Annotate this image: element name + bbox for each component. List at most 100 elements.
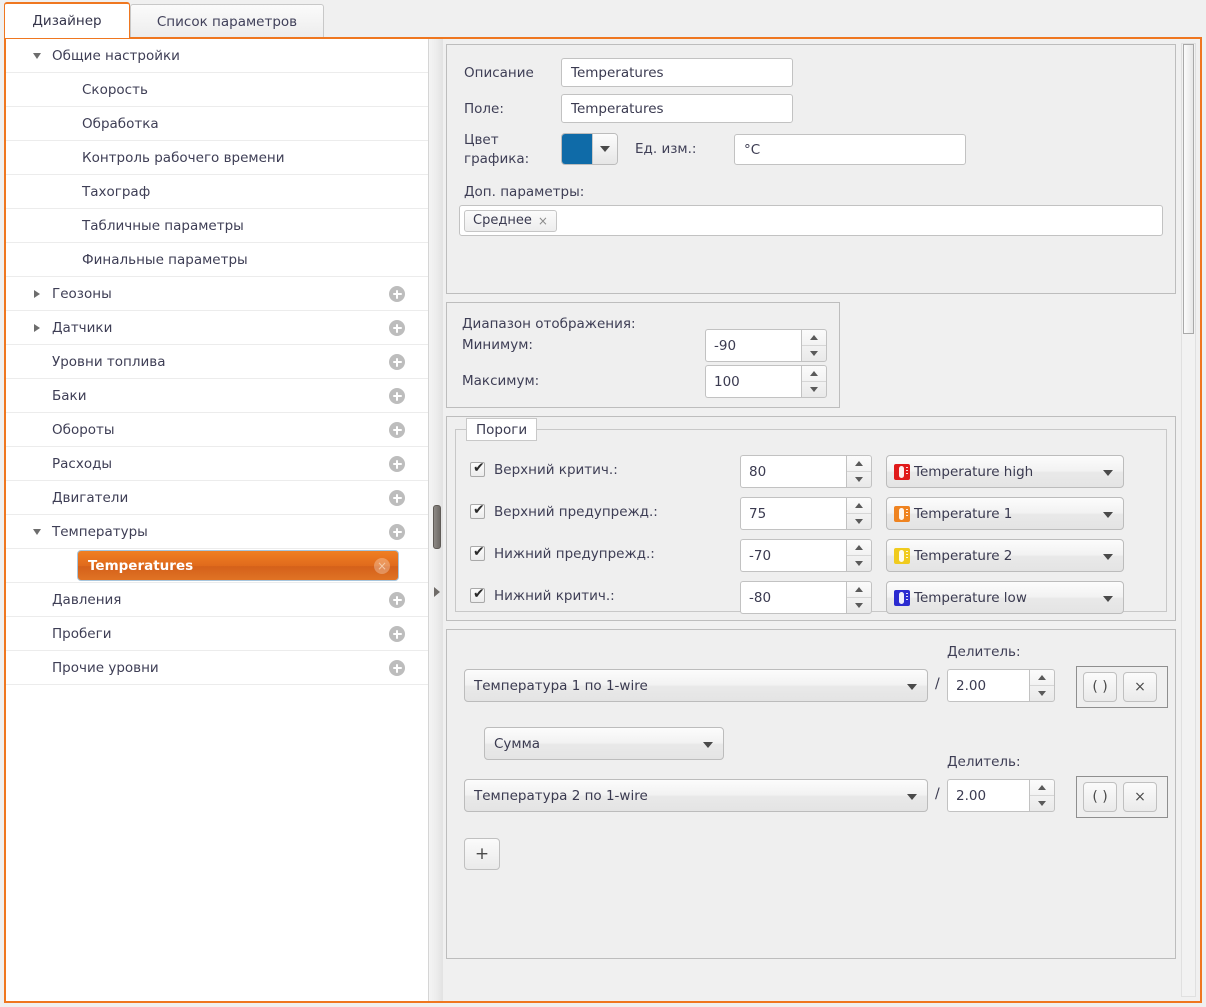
maximum-spin-up[interactable] (802, 366, 826, 382)
source-combo-2[interactable]: Температура 2 по 1-wire (464, 779, 928, 812)
remove-operand-button-1[interactable]: × (1123, 672, 1157, 702)
description-input[interactable]: Temperatures (561, 58, 793, 87)
tree-expand-icon[interactable] (30, 277, 44, 311)
add-item-icon[interactable] (389, 320, 405, 336)
threshold-spin-up-2[interactable] (847, 498, 871, 514)
tree-row[interactable]: Контроль рабочего времени (6, 141, 428, 175)
threshold-spin-down-2[interactable] (847, 514, 871, 529)
splitter-grip[interactable] (433, 505, 441, 549)
threshold-spin-up-1[interactable] (847, 456, 871, 472)
chart-color-picker[interactable] (561, 133, 618, 165)
tree-row[interactable]: Уровни топлива (6, 345, 428, 379)
threshold-value-input-4[interactable]: -80 (740, 581, 846, 614)
threshold-spin-up-4[interactable] (847, 582, 871, 598)
threshold-value-spinner-3[interactable]: -70 (740, 539, 872, 572)
tree-row[interactable]: Геозоны (6, 277, 428, 311)
add-item-icon[interactable] (389, 592, 405, 608)
add-item-icon[interactable] (389, 490, 405, 506)
threshold-spin-buttons-4[interactable] (846, 581, 872, 614)
add-operand-button[interactable]: + (464, 838, 500, 870)
remove-operand-button-2[interactable]: × (1123, 782, 1157, 812)
splitter-collapse-arrow-icon[interactable] (434, 587, 440, 597)
add-item-icon[interactable] (389, 524, 405, 540)
chip-average[interactable]: Среднее × (464, 209, 557, 232)
divider-spin-down-2[interactable] (1030, 796, 1054, 811)
threshold-checkbox-1[interactable]: ✔ (470, 461, 485, 477)
divider-input-2[interactable]: 2.00 (947, 779, 1029, 812)
maximum-spin-buttons[interactable] (801, 365, 827, 398)
threshold-preset-combo-4[interactable]: Temperature low (886, 581, 1124, 614)
parenthesis-button-2[interactable]: ( ) (1083, 782, 1117, 812)
add-item-icon[interactable] (389, 354, 405, 370)
add-item-icon[interactable] (389, 388, 405, 404)
threshold-checkbox-3[interactable]: ✔ (470, 545, 485, 561)
form-vertical-scrollbar[interactable] (1181, 43, 1196, 997)
chart-color-dropdown-arrow[interactable] (592, 134, 617, 164)
divider-spinner-1[interactable]: 2.00 (947, 669, 1055, 702)
tree-row-selected[interactable]: Temperatures × (77, 550, 399, 581)
tree-row[interactable]: Обработка (6, 107, 428, 141)
tab-parameter-list[interactable]: Список параметров (130, 4, 324, 38)
minimum-spinner[interactable]: -90 (705, 329, 827, 362)
divider-spin-buttons-2[interactable] (1029, 779, 1055, 812)
tab-designer[interactable]: Дизайнер (4, 2, 130, 38)
tree-collapse-icon[interactable] (30, 515, 44, 549)
add-item-icon[interactable] (389, 660, 405, 676)
tree-row[interactable]: Пробеги (6, 617, 428, 651)
minimum-spin-down[interactable] (802, 346, 826, 361)
parameter-tree[interactable]: Общие настройки Скорость Обработка Контроль… (6, 39, 428, 1001)
tree-row[interactable]: Температуры (6, 515, 428, 549)
chip-average-remove-icon[interactable]: × (538, 214, 548, 228)
tree-row[interactable]: Обороты (6, 413, 428, 447)
tree-row[interactable]: Датчики (6, 311, 428, 345)
threshold-value-spinner-4[interactable]: -80 (740, 581, 872, 614)
tree-row[interactable]: Давления (6, 583, 428, 617)
threshold-spin-down-4[interactable] (847, 598, 871, 613)
extra-params-field[interactable]: Среднее × (459, 205, 1163, 236)
divider-input-1[interactable]: 2.00 (947, 669, 1029, 702)
tree-row[interactable]: Temperatures × (6, 549, 428, 583)
tree-row[interactable]: Двигатели (6, 481, 428, 515)
divider-spin-down-1[interactable] (1030, 686, 1054, 701)
threshold-preset-combo-2[interactable]: Temperature 1 (886, 497, 1124, 530)
tree-row[interactable]: Баки (6, 379, 428, 413)
threshold-spin-up-3[interactable] (847, 540, 871, 556)
threshold-spin-buttons-2[interactable] (846, 497, 872, 530)
maximum-input[interactable]: 100 (705, 365, 801, 398)
unit-input[interactable]: °C (734, 134, 966, 165)
threshold-value-spinner-1[interactable]: 80 (740, 455, 872, 488)
threshold-spin-down-1[interactable] (847, 472, 871, 487)
add-item-icon[interactable] (389, 286, 405, 302)
divider-spin-buttons-1[interactable] (1029, 669, 1055, 702)
close-icon[interactable]: × (374, 558, 390, 574)
threshold-checkbox-2[interactable]: ✔ (470, 503, 485, 519)
add-item-icon[interactable] (389, 456, 405, 472)
tree-row[interactable]: Тахограф (6, 175, 428, 209)
add-item-icon[interactable] (389, 422, 405, 438)
tree-row[interactable]: Прочие уровни (6, 651, 428, 685)
parenthesis-button-1[interactable]: ( ) (1083, 672, 1117, 702)
minimum-spin-up[interactable] (802, 330, 826, 346)
divider-spin-up-1[interactable] (1030, 670, 1054, 686)
tree-expand-icon[interactable] (30, 311, 44, 345)
threshold-value-input-3[interactable]: -70 (740, 539, 846, 572)
threshold-checkbox-4[interactable]: ✔ (470, 587, 485, 603)
panel-splitter[interactable] (428, 39, 444, 1001)
threshold-preset-combo-3[interactable]: Temperature 2 (886, 539, 1124, 572)
tree-collapse-icon[interactable] (30, 39, 44, 73)
tree-row[interactable]: Скорость (6, 73, 428, 107)
add-item-icon[interactable] (389, 626, 405, 642)
maximum-spin-down[interactable] (802, 382, 826, 397)
minimum-spin-buttons[interactable] (801, 329, 827, 362)
tree-row[interactable]: Табличные параметры (6, 209, 428, 243)
source-combo-1[interactable]: Температура 1 по 1-wire (464, 669, 928, 702)
threshold-value-input-1[interactable]: 80 (740, 455, 846, 488)
divider-spin-up-2[interactable] (1030, 780, 1054, 796)
tree-row[interactable]: Расходы (6, 447, 428, 481)
maximum-spinner[interactable]: 100 (705, 365, 827, 398)
divider-spinner-2[interactable]: 2.00 (947, 779, 1055, 812)
field-input[interactable]: Temperatures (561, 94, 793, 123)
threshold-value-input-2[interactable]: 75 (740, 497, 846, 530)
threshold-preset-combo-1[interactable]: Temperature high (886, 455, 1124, 488)
tree-row[interactable]: Общие настройки (6, 39, 428, 73)
